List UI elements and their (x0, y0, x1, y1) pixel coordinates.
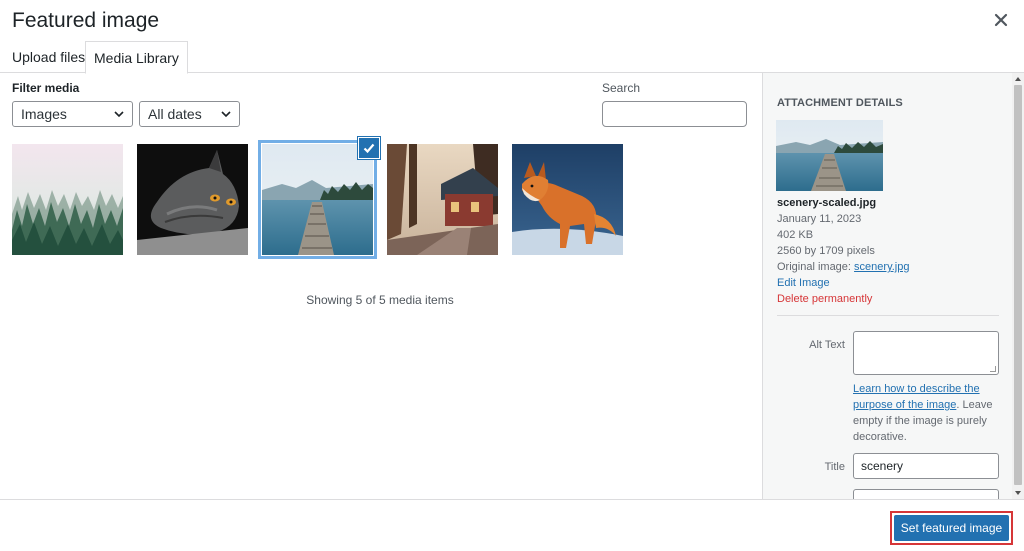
attachment-size: 402 KB (777, 229, 814, 241)
alt-text-label: Alt Text (809, 339, 845, 351)
attachment-filename: scenery-scaled.jpg (777, 197, 877, 209)
media-item-scenery[interactable] (262, 144, 373, 255)
media-tabs: Upload files Media Library (0, 41, 1024, 74)
scrollbar-thumb[interactable] (1014, 85, 1022, 485)
attachment-thumbnail (776, 120, 883, 191)
edit-image-link[interactable]: Edit Image (777, 277, 830, 289)
media-type-select[interactable]: Images (12, 101, 133, 127)
close-icon[interactable] (992, 12, 1010, 30)
title-field[interactable]: scenery (853, 453, 999, 479)
resize-grip-icon[interactable] (990, 366, 996, 372)
tab-media-library[interactable]: Media Library (85, 41, 188, 74)
divider (777, 315, 999, 316)
media-item-cat[interactable] (137, 144, 248, 255)
modal-footer (0, 499, 1024, 551)
delete-permanently-link[interactable]: Delete permanently (777, 293, 872, 305)
media-date-value: All dates (148, 106, 202, 122)
media-item-fox[interactable] (512, 144, 623, 255)
set-featured-image-button[interactable]: Set featured image (890, 511, 1013, 545)
title-label: Title (824, 461, 845, 473)
attachment-date: January 11, 2023 (777, 213, 862, 225)
set-featured-image-label: Set featured image (894, 515, 1009, 541)
chevron-down-icon (219, 102, 233, 126)
search-label: Search (602, 81, 641, 95)
alt-text-field[interactable] (853, 331, 999, 375)
media-item-house[interactable] (387, 144, 498, 255)
tab-upload-files[interactable]: Upload files (4, 41, 93, 73)
scroll-down-icon[interactable] (1015, 491, 1021, 495)
original-image-link[interactable]: scenery.jpg (854, 261, 909, 273)
attachment-details-heading: Attachment Details (777, 97, 903, 109)
attachment-dimensions: 2560 by 1709 pixels (777, 245, 875, 257)
modal-title: Featured image (12, 9, 160, 32)
media-date-select[interactable]: All dates (139, 101, 240, 127)
original-image-label: Original image: (777, 261, 851, 273)
filter-media-label: Filter media (12, 81, 80, 95)
caption-field[interactable] (853, 489, 999, 499)
alt-text-help: Learn how to describe the purpose of the… (853, 381, 999, 445)
original-image-row: Original image: scenery.jpg (777, 261, 909, 273)
selected-check-icon[interactable] (358, 137, 380, 159)
media-item-foggy-forest[interactable] (12, 144, 123, 255)
sidebar-scrollbar[interactable] (1012, 73, 1024, 499)
media-count-text: Showing 5 of 5 media items (306, 293, 454, 307)
attachment-details-sidebar: Attachment Details scenery-scaled.jpg Ja… (762, 73, 1012, 499)
scroll-up-icon[interactable] (1015, 77, 1021, 81)
chevron-down-icon (112, 102, 126, 126)
search-input[interactable] (602, 101, 747, 127)
media-type-value: Images (21, 106, 67, 122)
